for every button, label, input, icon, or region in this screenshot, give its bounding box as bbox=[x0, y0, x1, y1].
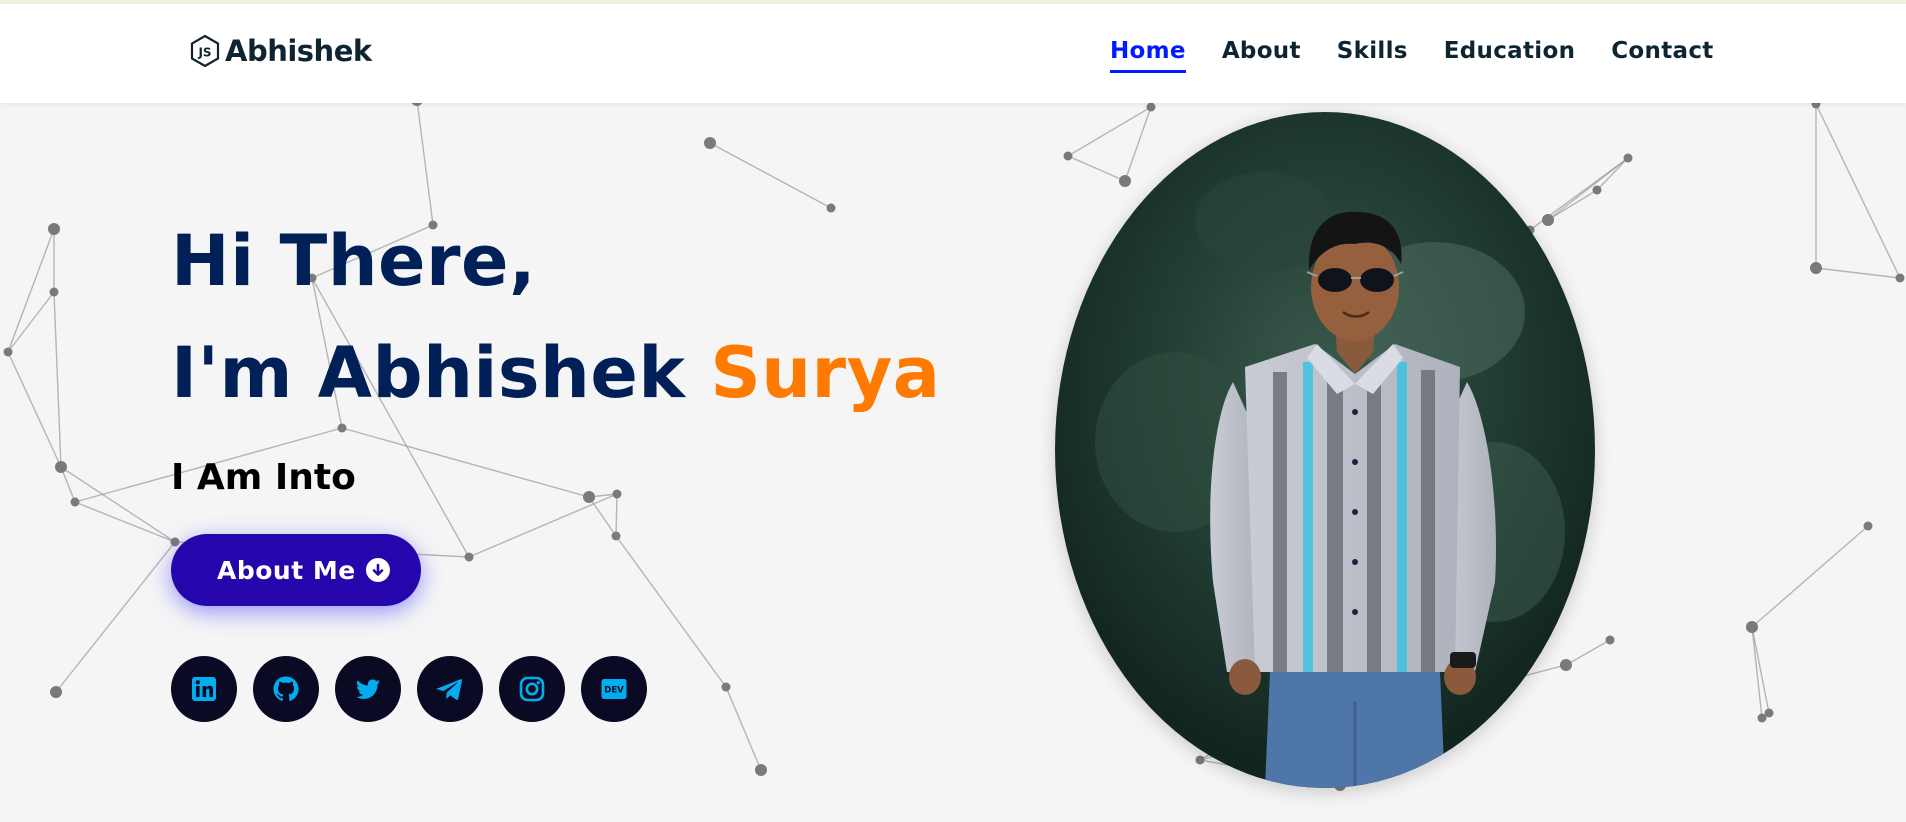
brand-name: Abhishek bbox=[225, 34, 372, 68]
network-line bbox=[1815, 267, 1901, 279]
twitter-icon bbox=[356, 679, 380, 699]
social-links: DEV bbox=[171, 656, 940, 722]
network-line bbox=[1565, 639, 1611, 666]
network-node bbox=[48, 223, 60, 235]
profile-photo bbox=[1055, 112, 1595, 788]
linkedin-link[interactable] bbox=[171, 656, 237, 722]
network-line bbox=[1124, 106, 1152, 182]
network-node bbox=[55, 461, 67, 473]
network-node bbox=[1195, 755, 1205, 765]
network-node bbox=[1063, 151, 1073, 161]
network-node bbox=[70, 497, 80, 507]
site-header: JS Abhishek Home About Skills Education … bbox=[0, 4, 1906, 103]
twitter-link[interactable] bbox=[335, 656, 401, 722]
network-node bbox=[1810, 262, 1822, 274]
network-line bbox=[1596, 157, 1629, 191]
network-line bbox=[74, 501, 176, 543]
svg-text:JS: JS bbox=[197, 46, 211, 60]
network-node bbox=[1863, 521, 1873, 531]
network-line bbox=[1751, 525, 1869, 628]
network-line bbox=[7, 228, 55, 353]
about-me-button-label: About Me bbox=[217, 555, 356, 585]
network-node bbox=[1592, 185, 1602, 195]
instagram-icon bbox=[519, 676, 545, 702]
network-node bbox=[1560, 659, 1572, 671]
github-icon bbox=[273, 676, 299, 701]
network-line bbox=[1815, 103, 1901, 279]
dev-icon-label: DEV bbox=[604, 686, 624, 696]
nav-skills[interactable]: Skills bbox=[1337, 38, 1408, 73]
brand-logo[interactable]: JS Abhishek bbox=[189, 34, 372, 68]
nav-home[interactable]: Home bbox=[1110, 38, 1186, 73]
dev-link[interactable]: DEV bbox=[581, 656, 647, 722]
nav-contact[interactable]: Contact bbox=[1611, 38, 1713, 73]
network-node bbox=[1605, 635, 1615, 645]
network-line bbox=[55, 541, 176, 693]
nodejs-hexagon-icon: JS bbox=[190, 34, 220, 68]
arrow-circle-down-icon bbox=[365, 558, 390, 582]
profile-photo-illustration bbox=[1055, 112, 1595, 788]
network-node bbox=[1746, 621, 1758, 633]
telegram-icon bbox=[436, 679, 463, 700]
network-line bbox=[1067, 155, 1126, 182]
telegram-link[interactable] bbox=[417, 656, 483, 722]
network-node bbox=[1895, 273, 1905, 283]
network-node bbox=[49, 287, 59, 297]
network-node bbox=[3, 347, 13, 357]
nav-education[interactable]: Education bbox=[1444, 38, 1575, 73]
hero-greeting-line: Hi There, bbox=[171, 220, 537, 302]
linkedin-icon bbox=[192, 677, 216, 701]
nav-about[interactable]: About bbox=[1222, 38, 1301, 73]
network-line bbox=[709, 142, 832, 209]
hero-name-line: I'm Abhishek Surya bbox=[171, 317, 940, 429]
main-nav: Home About Skills Education Contact bbox=[1110, 38, 1714, 73]
network-node bbox=[1757, 713, 1767, 723]
network-line bbox=[1067, 106, 1152, 157]
network-line bbox=[53, 291, 62, 468]
network-node bbox=[755, 764, 767, 776]
hero-heading: Hi There, I'm Abhishek Surya bbox=[171, 205, 940, 429]
instagram-link[interactable] bbox=[499, 656, 565, 722]
network-line bbox=[1547, 189, 1598, 221]
network-line bbox=[7, 291, 55, 353]
network-node bbox=[50, 686, 62, 698]
dev-icon: DEV bbox=[601, 679, 627, 699]
hero-name: I'm Abhishek bbox=[171, 332, 686, 414]
github-link[interactable] bbox=[253, 656, 319, 722]
network-node bbox=[1146, 102, 1156, 112]
network-node bbox=[1623, 153, 1633, 163]
hero-section: Hi There, I'm Abhishek Surya I Am Into A… bbox=[171, 205, 940, 722]
hero-subtitle: I Am Into bbox=[171, 457, 356, 498]
hero-name-accent: Surya bbox=[710, 332, 941, 414]
network-node bbox=[1119, 175, 1131, 187]
network-node bbox=[1542, 214, 1554, 226]
network-line bbox=[7, 351, 62, 468]
about-me-button[interactable]: About Me bbox=[171, 534, 421, 606]
network-node bbox=[704, 137, 716, 149]
